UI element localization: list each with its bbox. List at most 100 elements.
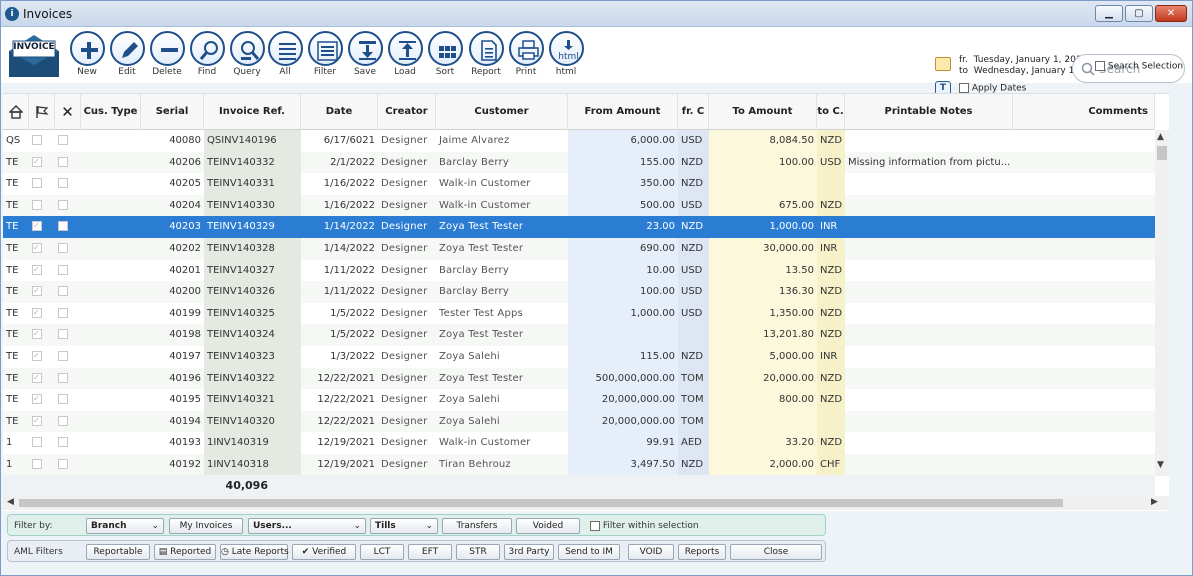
scroll-down-icon[interactable]: ▼ — [1157, 460, 1164, 470]
table-row[interactable]: TE ✓ 40194 TEINV140320 12/22/2021 Designer Zoy… — [3, 410, 1155, 433]
row-checkbox-a[interactable]: ✓ — [29, 281, 55, 303]
lct-button[interactable]: LCT — [360, 544, 404, 560]
column-header-to-amount[interactable]: To Amount — [709, 94, 817, 130]
table-row[interactable]: 1 40193 1INV140319 12/19/2021 Designer Walk-i… — [3, 432, 1155, 454]
row-checkbox-a[interactable]: ✓ — [29, 411, 55, 433]
maximize-button[interactable]: ▢ — [1125, 5, 1153, 22]
delete-button[interactable]: Delete — [148, 31, 186, 77]
my-invoices-button[interactable]: My Invoices — [169, 518, 243, 534]
column-header-fr-c[interactable]: fr. C — [678, 94, 709, 130]
row-checkbox-b[interactable] — [55, 130, 81, 152]
load-button[interactable]: Load — [386, 31, 424, 77]
row-checkbox-b[interactable] — [55, 454, 81, 476]
column-header-printable-notes[interactable]: Printable Notes — [845, 94, 1013, 130]
row-checkbox-a[interactable] — [29, 173, 55, 195]
edit-button[interactable]: Edit — [108, 31, 146, 77]
row-checkbox-b[interactable] — [55, 303, 81, 325]
row-checkbox-b[interactable] — [55, 368, 81, 390]
close-button[interactable]: Close — [730, 544, 822, 560]
row-checkbox-a[interactable] — [29, 454, 55, 476]
table-row[interactable]: QS 40080 QSINV140196 6/17/6021 Designer Jaime… — [3, 130, 1155, 152]
row-checkbox-a[interactable]: ✓ — [29, 368, 55, 390]
send-to-im-button[interactable]: Send to IM — [558, 544, 620, 560]
voided-button[interactable]: Voided — [516, 518, 580, 534]
branch-dropdown[interactable]: Branch ⌄ — [86, 518, 164, 534]
row-checkbox-b[interactable] — [55, 195, 81, 217]
column-header-customer[interactable]: Customer — [436, 94, 568, 130]
scroll-up-icon[interactable]: ▲ — [1157, 132, 1164, 142]
reports-button[interactable]: Reports — [678, 544, 726, 560]
all-button[interactable]: All — [266, 31, 304, 77]
table-row[interactable]: TE ✓ 40202 TEINV140328 1/14/2022 Designer Zoya… — [3, 238, 1155, 260]
row-checkbox-b[interactable] — [55, 238, 81, 260]
row-checkbox-a[interactable]: ✓ — [29, 260, 55, 282]
table-row[interactable]: TE ✓ 40201 TEINV140327 1/11/2022 Designer Barc… — [3, 259, 1155, 282]
row-checkbox-b[interactable] — [55, 432, 81, 454]
column-header-to-c[interactable]: to C. — [817, 94, 845, 130]
verified-button[interactable]: ✔ Verified — [292, 544, 356, 560]
row-checkbox-b[interactable] — [55, 260, 81, 282]
filter-within-selection-checkbox[interactable] — [590, 520, 600, 531]
table-row[interactable]: TE ✓ 40199 TEINV140325 1/5/2022 Designer Teste… — [3, 302, 1155, 325]
table-row[interactable]: TE ✓ 40196 TEINV140322 12/22/2021 Designer Zoy… — [3, 367, 1155, 390]
vertical-scrollbar[interactable]: ▲ ▼ — [1155, 130, 1169, 476]
column-header-from-amount[interactable]: From Amount — [568, 94, 678, 130]
row-checkbox-a[interactable] — [29, 432, 55, 454]
row-checkbox-a[interactable]: ✓ — [29, 324, 55, 346]
table-row[interactable]: TE ✓ 40203 TEINV140329 1/14/2022 Designer Zoya… — [3, 216, 1155, 238]
horizontal-scroll-thumb[interactable] — [19, 499, 1063, 507]
table-row[interactable]: 1 40192 1INV140318 12/19/2021 Designer Tiran … — [3, 454, 1155, 476]
flag-column-icon[interactable] — [29, 94, 55, 130]
search-selection-checkbox[interactable] — [1095, 61, 1105, 71]
column-header-serial[interactable]: Serial — [141, 94, 204, 130]
eft-button[interactable]: EFT — [408, 544, 452, 560]
tills-dropdown[interactable]: Tills ⌄ — [370, 518, 438, 534]
row-checkbox-b[interactable] — [55, 152, 81, 174]
row-checkbox-a[interactable]: ✓ — [29, 303, 55, 325]
column-header-creator[interactable]: Creator — [378, 94, 436, 130]
scroll-left-icon[interactable]: ◀ — [7, 497, 14, 507]
row-checkbox-b[interactable] — [55, 216, 81, 238]
late-reports-button[interactable]: ◷ Late Reports — [220, 544, 289, 560]
table-row[interactable]: TE ✓ 40197 TEINV140323 1/3/2022 Designer Zoya … — [3, 346, 1155, 368]
row-checkbox-b[interactable] — [55, 173, 81, 195]
print-button[interactable]: Print — [507, 31, 545, 77]
column-header-comments[interactable]: Comments — [1013, 94, 1155, 130]
scroll-right-icon[interactable]: ▶ — [1151, 497, 1158, 507]
close-window-button[interactable]: ✕ — [1155, 5, 1187, 22]
table-row[interactable]: TE ✓ 40200 TEINV140326 1/11/2022 Designer Barc… — [3, 281, 1155, 303]
row-checkbox-b[interactable] — [55, 346, 81, 368]
html-button[interactable]: html html — [547, 31, 585, 77]
row-checkbox-b[interactable] — [55, 389, 81, 411]
row-checkbox-a[interactable] — [29, 195, 55, 217]
reportable-button[interactable]: Reportable — [86, 544, 150, 560]
column-header-date[interactable]: Date — [301, 94, 378, 130]
query-button[interactable]: Query — [228, 31, 266, 77]
row-checkbox-b[interactable] — [55, 324, 81, 346]
column-header-cus-type[interactable]: Cus. Type — [81, 94, 141, 130]
vertical-scroll-thumb[interactable] — [1157, 146, 1167, 160]
row-checkbox-a[interactable]: ✓ — [29, 389, 55, 411]
home-column-icon[interactable] — [3, 94, 29, 130]
third-party-button[interactable]: 3rd Party — [504, 544, 554, 560]
row-checkbox-a[interactable]: ✓ — [29, 152, 55, 174]
transfers-button[interactable]: Transfers — [442, 518, 512, 534]
calendar-icon[interactable] — [935, 57, 951, 71]
users-dropdown[interactable]: Users... ⌄ — [248, 518, 366, 534]
table-row[interactable]: TE ✓ 40195 TEINV140321 12/22/2021 Designer Zoy… — [3, 389, 1155, 411]
find-button[interactable]: Find — [188, 31, 226, 77]
minimize-button[interactable]: ▁ — [1095, 5, 1123, 22]
row-checkbox-b[interactable] — [55, 281, 81, 303]
column-header-invoice-ref[interactable]: Invoice Ref. — [204, 94, 301, 130]
new-button[interactable]: New — [68, 31, 106, 77]
row-checkbox-a[interactable] — [29, 130, 55, 152]
reported-button[interactable]: ▤ Reported — [154, 544, 216, 560]
table-row[interactable]: TE ✓ 40198 TEINV140324 1/5/2022 Designer Zoya … — [3, 324, 1155, 346]
row-checkbox-a[interactable]: ✓ — [29, 216, 55, 238]
table-row[interactable]: TE ✓ 40206 TEINV140332 2/1/2022 Designer Barcl… — [3, 151, 1155, 174]
report-button[interactable]: Report — [467, 31, 505, 77]
cross-column-icon[interactable]: ✕ — [55, 94, 81, 130]
row-checkbox-a[interactable]: ✓ — [29, 238, 55, 260]
save-button[interactable]: Save — [346, 31, 384, 77]
row-checkbox-b[interactable] — [55, 411, 81, 433]
